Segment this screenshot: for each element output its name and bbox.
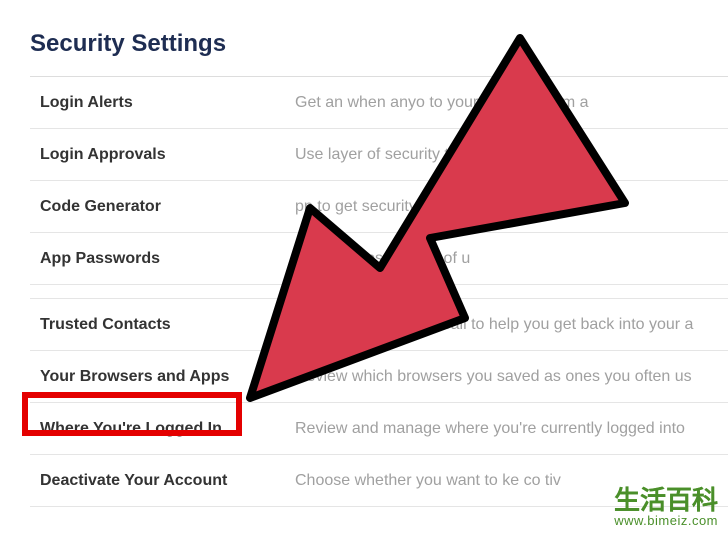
setting-label: Login Approvals (30, 130, 255, 180)
security-settings-list: Login Alerts Get an when anyo to your ac… (30, 76, 728, 507)
setting-row-app-passwords[interactable]: App Passwords to your apps instead of u (30, 233, 728, 285)
page-title: Security Settings (30, 30, 728, 58)
setting-label: Where You're Logged In (30, 404, 255, 454)
setting-label: Trusted Contacts (30, 300, 255, 350)
setting-desc: Review which browsers you saved as ones … (255, 352, 728, 402)
setting-row-code-generator[interactable]: Code Generator pp to get security codes … (30, 181, 728, 233)
setting-label: App Passwords (30, 234, 255, 284)
setting-desc: Review and manage where you're currently… (255, 404, 728, 454)
watermark-text: 生活百科 (614, 487, 718, 513)
watermark: 生活百科 www.bimeiz.com (614, 487, 718, 528)
setting-desc: Use layer of security to keep oth (255, 130, 728, 180)
spacer-row (30, 285, 728, 299)
setting-row-where-youre-logged-in[interactable]: Where You're Logged In Review and manage… (30, 403, 728, 455)
setting-label: Code Generator (30, 182, 255, 232)
setting-desc: Get an when anyo to your account from a (255, 78, 728, 128)
setting-row-your-browsers-and-apps[interactable]: Your Browsers and Apps Review which brow… (30, 351, 728, 403)
setting-row-login-alerts[interactable]: Login Alerts Get an when anyo to your ac… (30, 77, 728, 129)
watermark-url: www.bimeiz.com (614, 513, 718, 528)
setting-label: Login Alerts (30, 78, 255, 128)
setting-desc: to your apps instead of u (255, 234, 728, 284)
setting-label: Your Browsers and Apps (30, 352, 255, 402)
setting-label: Deactivate Your Account (30, 456, 255, 506)
setting-desc: Pick friends you can call to help you ge… (255, 300, 728, 350)
setting-desc: pp to get security codes when you (255, 182, 728, 232)
setting-row-login-approvals[interactable]: Login Approvals Use layer of security to… (30, 129, 728, 181)
setting-row-trusted-contacts[interactable]: Trusted Contacts Pick friends you can ca… (30, 299, 728, 351)
